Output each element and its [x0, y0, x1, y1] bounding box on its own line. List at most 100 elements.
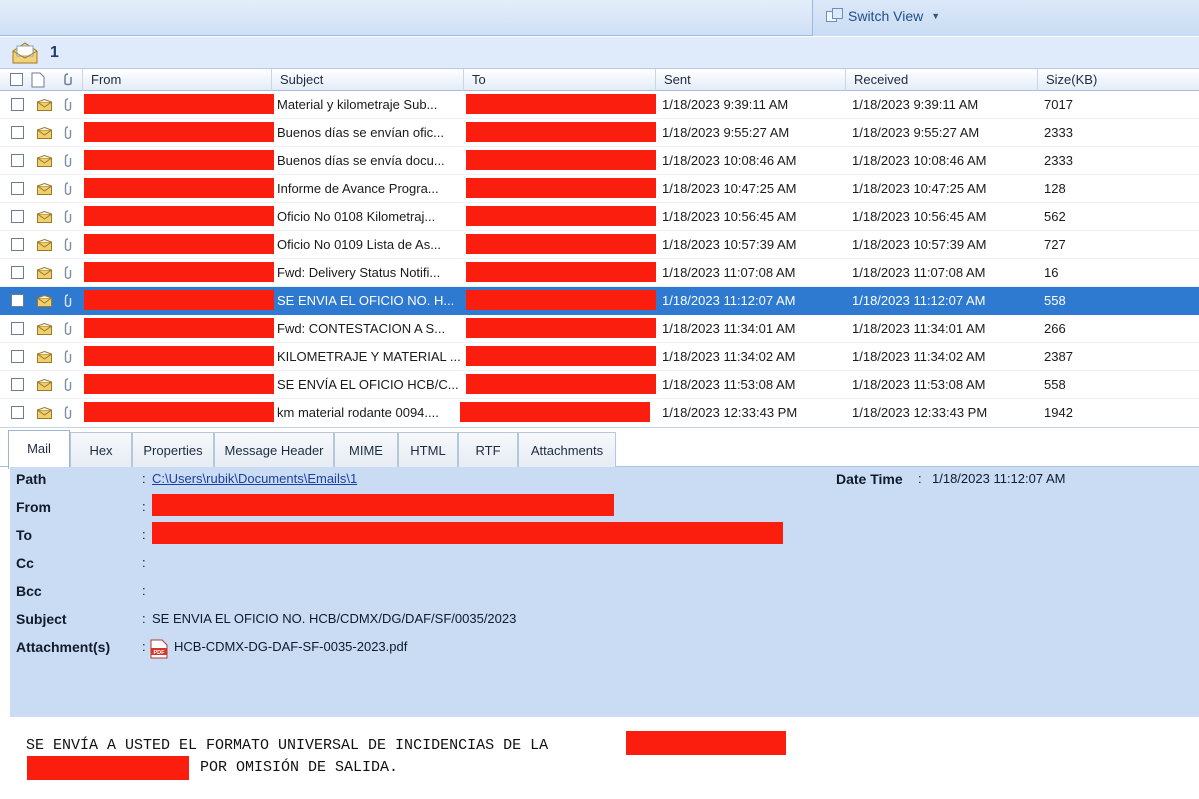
- tab-hex[interactable]: Hex: [70, 432, 132, 468]
- redacted-from: [84, 94, 274, 114]
- row-checkbox[interactable]: [11, 378, 24, 391]
- row-checkbox[interactable]: [11, 266, 24, 279]
- tab-mail[interactable]: Mail: [8, 430, 70, 469]
- tab-message-header[interactable]: Message Header: [214, 432, 334, 468]
- email-row[interactable]: SE ENVÍA EL OFICIO HCB/C... 1/18/2023 11…: [0, 371, 1199, 399]
- email-row[interactable]: KILOMETRAJE Y MATERIAL ... 1/18/2023 11:…: [0, 343, 1199, 371]
- email-row-selected[interactable]: SE ENVIA EL OFICIO NO. H... 1/18/2023 11…: [0, 287, 1199, 315]
- paperclip-icon: [64, 126, 72, 139]
- preview-tabs: Mail Hex Properties Message Header MIME …: [0, 427, 1199, 469]
- redacted-to: [460, 402, 650, 422]
- redacted-from: [84, 318, 274, 338]
- subject-value: SE ENVIA EL OFICIO NO. HCB/CDMX/DG/DAF/S…: [152, 611, 517, 626]
- paperclip-icon: [64, 238, 72, 251]
- row-checkbox[interactable]: [11, 406, 24, 419]
- redacted-from: [84, 178, 274, 198]
- column-header-size[interactable]: Size(KB): [1038, 69, 1199, 91]
- row-checkbox[interactable]: [11, 126, 24, 139]
- row-checkbox[interactable]: [11, 322, 24, 335]
- redacted-to-address: [152, 522, 783, 544]
- email-received: 1/18/2023 9:55:27 AM: [852, 125, 980, 140]
- paperclip-icon: [64, 378, 72, 391]
- row-checkbox[interactable]: [11, 294, 24, 307]
- email-received: 1/18/2023 12:33:43 PM: [852, 405, 988, 420]
- redacted-from: [84, 374, 274, 394]
- message-body: SE ENVÍA A USTED EL FORMATO UNIVERSAL DE…: [10, 717, 1199, 799]
- redacted-to: [466, 122, 656, 142]
- path-label: Path: [16, 471, 47, 487]
- attachment-item[interactable]: PDF HCB-CDMX-DG-DAF-SF-0035-2023.pdf: [150, 637, 450, 659]
- email-received: 1/18/2023 11:34:02 AM: [852, 349, 986, 364]
- email-received: 1/18/2023 10:47:25 AM: [852, 181, 987, 196]
- top-toolbar: Switch View ▼: [0, 0, 1199, 36]
- email-size: 727: [1044, 237, 1066, 252]
- email-row[interactable]: Buenos días se envía docu... 1/18/2023 1…: [0, 147, 1199, 175]
- tab-mime[interactable]: MIME: [334, 432, 398, 468]
- email-sent: 1/18/2023 11:34:02 AM: [662, 349, 796, 364]
- switch-view-label: Switch View: [848, 8, 924, 24]
- email-subject: Buenos días se envía docu...: [277, 153, 445, 168]
- envelope-icon: [37, 407, 52, 419]
- paperclip-icon: [64, 350, 72, 363]
- email-sent: 1/18/2023 10:08:46 AM: [662, 153, 797, 168]
- switch-view-button[interactable]: Switch View ▼: [826, 8, 940, 24]
- column-header-from[interactable]: From: [82, 69, 272, 91]
- email-sent: 1/18/2023 10:57:39 AM: [662, 237, 797, 252]
- tab-properties[interactable]: Properties: [132, 432, 214, 468]
- email-subject: Oficio No 0109 Lista de As...: [277, 237, 442, 252]
- row-checkbox[interactable]: [11, 210, 24, 223]
- column-header-subject[interactable]: Subject: [272, 69, 464, 91]
- email-sent: 1/18/2023 12:33:43 PM: [662, 405, 798, 420]
- row-checkbox[interactable]: [11, 350, 24, 363]
- email-size: 1942: [1044, 405, 1073, 420]
- envelope-icon: [37, 267, 52, 279]
- email-subject: SE ENVIA EL OFICIO NO. H...: [277, 293, 455, 308]
- email-size: 7017: [1044, 97, 1073, 112]
- select-all-checkbox[interactable]: [10, 73, 23, 86]
- tab-rtf[interactable]: RTF: [458, 432, 518, 468]
- email-subject: SE ENVÍA EL OFICIO HCB/C...: [277, 377, 459, 392]
- email-row[interactable]: Oficio No 0108 Kilometraj... 1/18/2023 1…: [0, 203, 1199, 231]
- bcc-label: Bcc: [16, 583, 42, 599]
- row-checkbox[interactable]: [11, 238, 24, 251]
- paperclip-icon: [64, 322, 72, 335]
- email-row[interactable]: Informe de Avance Progra... 1/18/2023 10…: [0, 175, 1199, 203]
- from-label: From: [16, 499, 51, 515]
- row-checkbox[interactable]: [11, 154, 24, 167]
- email-subject: km material rodante 0094....: [277, 405, 439, 420]
- attachments-label: Attachment(s): [16, 639, 111, 655]
- paperclip-icon: [64, 210, 72, 223]
- column-header-to[interactable]: To: [464, 69, 656, 91]
- redacted-to: [466, 318, 656, 338]
- tab-html[interactable]: HTML: [398, 432, 458, 468]
- email-row[interactable]: Fwd: Delivery Status Notifi... 1/18/2023…: [0, 259, 1199, 287]
- redacted-to: [466, 290, 656, 310]
- redacted-to: [466, 234, 656, 254]
- email-list-header: From Subject To Sent Received Size(KB): [0, 69, 1199, 91]
- message-details: Path : C:\Users\rubik\Documents\Emails\1…: [10, 467, 1199, 717]
- email-row[interactable]: Fwd: CONTESTACION A S... 1/18/2023 11:34…: [0, 315, 1199, 343]
- email-subject: Fwd: CONTESTACION A S...: [277, 321, 446, 336]
- email-received: 1/18/2023 10:56:45 AM: [852, 209, 987, 224]
- path-link[interactable]: C:\Users\rubik\Documents\Emails\1: [152, 471, 357, 486]
- tab-attachments[interactable]: Attachments: [518, 432, 616, 468]
- row-checkbox[interactable]: [11, 182, 24, 195]
- paperclip-icon: [64, 294, 72, 307]
- email-row[interactable]: Material y kilometraje Sub... 1/18/2023 …: [0, 91, 1199, 119]
- email-row[interactable]: km material rodante 0094.... 1/18/2023 1…: [0, 399, 1199, 425]
- paperclip-icon: [64, 406, 72, 419]
- email-size: 266: [1044, 321, 1066, 336]
- email-row[interactable]: Buenos días se envían ofic... 1/18/2023 …: [0, 119, 1199, 147]
- column-header-received[interactable]: Received: [846, 69, 1038, 91]
- redacted-to: [466, 262, 656, 282]
- email-subject: Oficio No 0108 Kilometraj...: [277, 209, 436, 224]
- email-row[interactable]: Oficio No 0109 Lista de As... 1/18/2023 …: [0, 231, 1199, 259]
- redacted-to: [466, 374, 656, 394]
- email-received: 1/18/2023 11:34:01 AM: [852, 321, 986, 336]
- column-header-sent[interactable]: Sent: [656, 69, 846, 91]
- email-subject: Informe de Avance Progra...: [277, 181, 439, 196]
- redacted-from: [84, 290, 274, 310]
- row-checkbox[interactable]: [11, 98, 24, 111]
- envelope-icon: [37, 323, 52, 335]
- body-line-2: POR OMISIÓN DE SALIDA.: [200, 759, 399, 776]
